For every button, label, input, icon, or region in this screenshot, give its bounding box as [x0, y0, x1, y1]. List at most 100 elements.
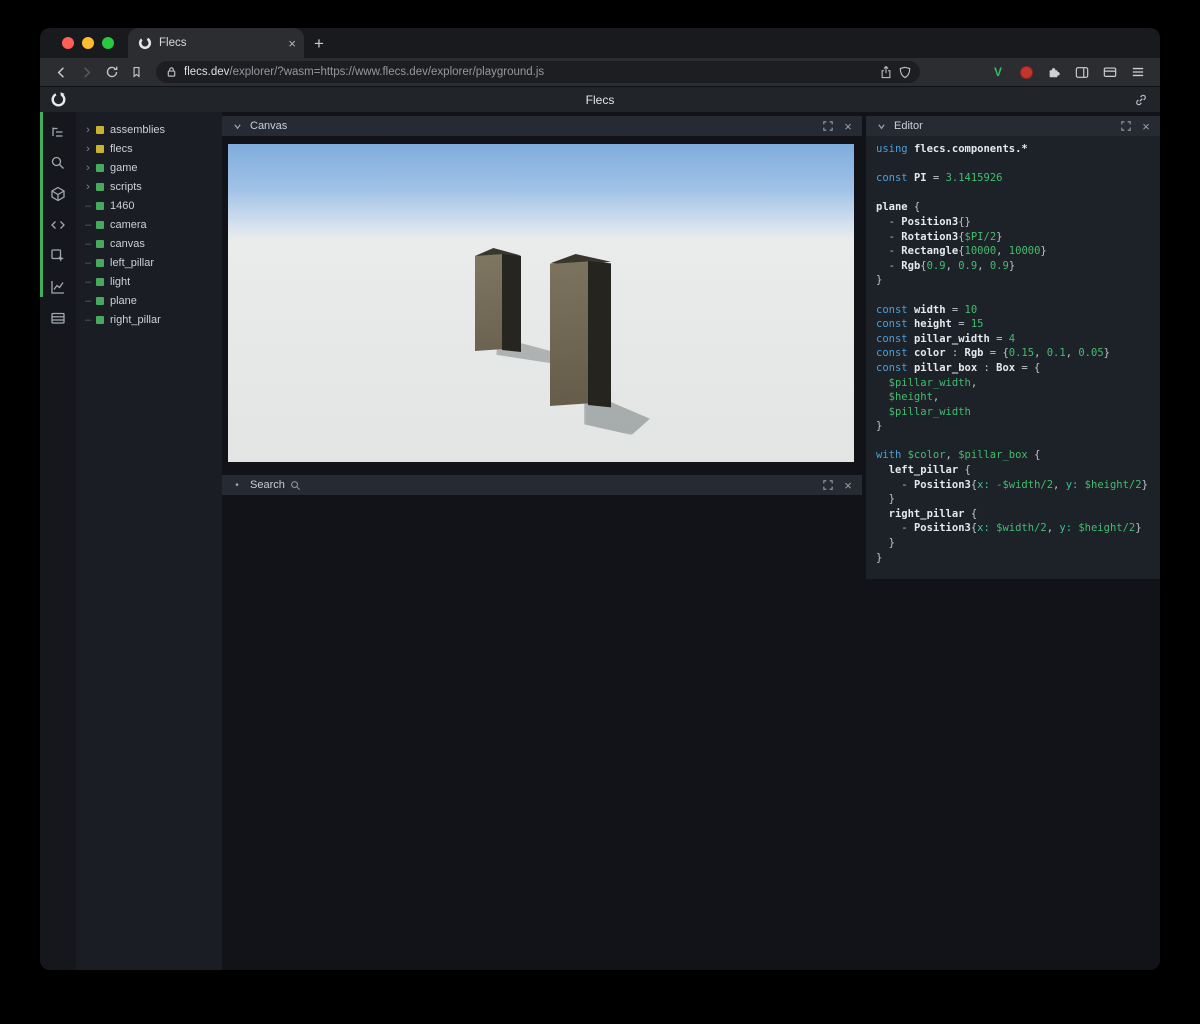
center-column: Canvas × • Search × [222, 112, 866, 970]
menu-icon[interactable] [1128, 62, 1148, 82]
flecs-logo-icon [51, 92, 66, 107]
cube-icon[interactable] [48, 184, 68, 204]
back-icon[interactable] [50, 61, 73, 84]
chevron-down-icon[interactable] [874, 119, 888, 133]
extension-red-icon[interactable] [1016, 62, 1036, 82]
code-editor[interactable]: using flecs.components.* const PI = 3.14… [866, 136, 1160, 580]
leaf-dash-icon: – [84, 218, 92, 231]
tree-item-assemblies[interactable]: › assemblies [76, 120, 222, 139]
expand-chevron-icon[interactable]: › [83, 124, 93, 136]
tree-item-label: 1460 [110, 199, 135, 212]
code-line: - Rgb{0.9, 0.9, 0.9} [876, 259, 1016, 272]
forward-icon[interactable] [75, 61, 98, 84]
tree-item-label: right_pillar [110, 313, 161, 326]
minimize-window-button[interactable] [82, 37, 94, 49]
editor-below-area [866, 579, 1160, 970]
code-line: const width = 10 [876, 303, 978, 316]
expand-panel-icon[interactable] [821, 478, 835, 492]
left-pillar-front-face [475, 254, 502, 351]
navigation-bar: flecs.dev/explorer/?wasm=https://www.fle… [40, 58, 1160, 86]
tree-item-left_pillar[interactable]: – left_pillar [76, 253, 222, 272]
collapsed-bullet-icon[interactable]: • [230, 478, 244, 492]
entity-tree: › assemblies › flecs › game › scripts – 1460 – came… [76, 112, 222, 970]
right-pillar-front-face [550, 261, 588, 406]
tree-item-canvas[interactable]: – canvas [76, 234, 222, 253]
code-line: using flecs.components.* [876, 143, 1028, 155]
tree-item-camera[interactable]: – camera [76, 215, 222, 234]
tree-item-right_pillar[interactable]: – right_pillar [76, 310, 222, 329]
entity-color-square [96, 125, 104, 134]
close-panel-icon[interactable]: × [841, 478, 855, 492]
close-panel-icon[interactable]: × [1139, 119, 1153, 133]
url-domain: flecs.dev [184, 66, 230, 78]
zoom-window-button[interactable] [102, 37, 114, 49]
inspect-icon[interactable] [48, 246, 68, 266]
sidebar-icon[interactable] [1072, 62, 1092, 82]
tree-item-1460[interactable]: – 1460 [76, 196, 222, 215]
tab-close-icon[interactable]: × [288, 37, 296, 50]
puzzle-icon[interactable] [1044, 62, 1064, 82]
brave-shield-icon[interactable] [899, 66, 911, 79]
expand-panel-icon[interactable] [1119, 119, 1133, 133]
share-icon[interactable] [880, 65, 892, 79]
leaf-dash-icon: – [84, 256, 92, 269]
tree-item-flecs[interactable]: › flecs [76, 139, 222, 158]
url-text: flecs.dev/explorer/?wasm=https://www.fle… [184, 66, 873, 78]
wallet-icon[interactable] [1100, 62, 1120, 82]
entity-color-square [96, 201, 104, 210]
editor-column: Editor × using flecs.components.* const … [866, 112, 1160, 970]
entity-color-square [96, 220, 104, 229]
entity-tree-icon[interactable] [48, 122, 68, 142]
browser-tab-flecs[interactable]: Flecs × [128, 28, 304, 58]
code-line: } [876, 551, 883, 564]
chevron-down-icon[interactable] [230, 119, 244, 133]
new-tab-button[interactable]: + [304, 30, 334, 58]
permalink-icon[interactable] [1134, 93, 1148, 107]
canvas-panel-title: Canvas [250, 120, 288, 132]
search-icon[interactable] [48, 153, 68, 173]
page-title: Flecs [585, 92, 615, 107]
connection-status-accent [40, 112, 43, 297]
app-body: › assemblies › flecs › game › scripts – 1460 – came… [40, 112, 1160, 970]
address-bar[interactable]: flecs.dev/explorer/?wasm=https://www.fle… [156, 61, 920, 83]
tree-item-game[interactable]: › game [76, 158, 222, 177]
table-icon[interactable] [48, 308, 68, 328]
expand-panel-icon[interactable] [821, 119, 835, 133]
extension-v-icon[interactable]: V [988, 62, 1008, 82]
chart-icon[interactable] [48, 277, 68, 297]
tree-item-label: left_pillar [110, 256, 155, 269]
canvas-panel-header: Canvas × [222, 116, 862, 136]
tree-item-light[interactable]: – light [76, 272, 222, 291]
tree-item-label: canvas [110, 237, 145, 250]
magnifier-icon [290, 480, 301, 491]
entity-color-square [96, 163, 104, 172]
left-pillar-side-face [502, 254, 521, 352]
code-line: $pillar_width, [876, 376, 978, 389]
right-pillar-side-face [588, 261, 611, 408]
tree-item-label: game [110, 161, 138, 174]
expand-chevron-icon[interactable]: › [83, 143, 93, 155]
code-line: - Position3{} [876, 215, 971, 228]
reload-icon[interactable] [100, 61, 123, 84]
expand-chevron-icon[interactable]: › [83, 181, 93, 193]
tree-item-scripts[interactable]: › scripts [76, 177, 222, 196]
entity-color-square [96, 315, 104, 324]
tree-item-label: scripts [110, 180, 142, 193]
leaf-dash-icon: – [84, 294, 92, 307]
code-line: } [876, 274, 883, 287]
canvas-3d-viewport[interactable] [228, 144, 854, 462]
traffic-lights [40, 28, 128, 58]
close-window-button[interactable] [62, 37, 74, 49]
app-header: Flecs [40, 86, 1160, 112]
expand-chevron-icon[interactable]: › [83, 162, 93, 174]
code-line: plane { [876, 201, 921, 214]
code-line: const pillar_box : Box = { [876, 361, 1041, 374]
close-panel-icon[interactable]: × [841, 119, 855, 133]
code-icon[interactable] [48, 215, 68, 235]
bookmark-icon[interactable] [125, 61, 148, 84]
leaf-dash-icon: – [84, 237, 92, 250]
tree-item-plane[interactable]: – plane [76, 291, 222, 310]
